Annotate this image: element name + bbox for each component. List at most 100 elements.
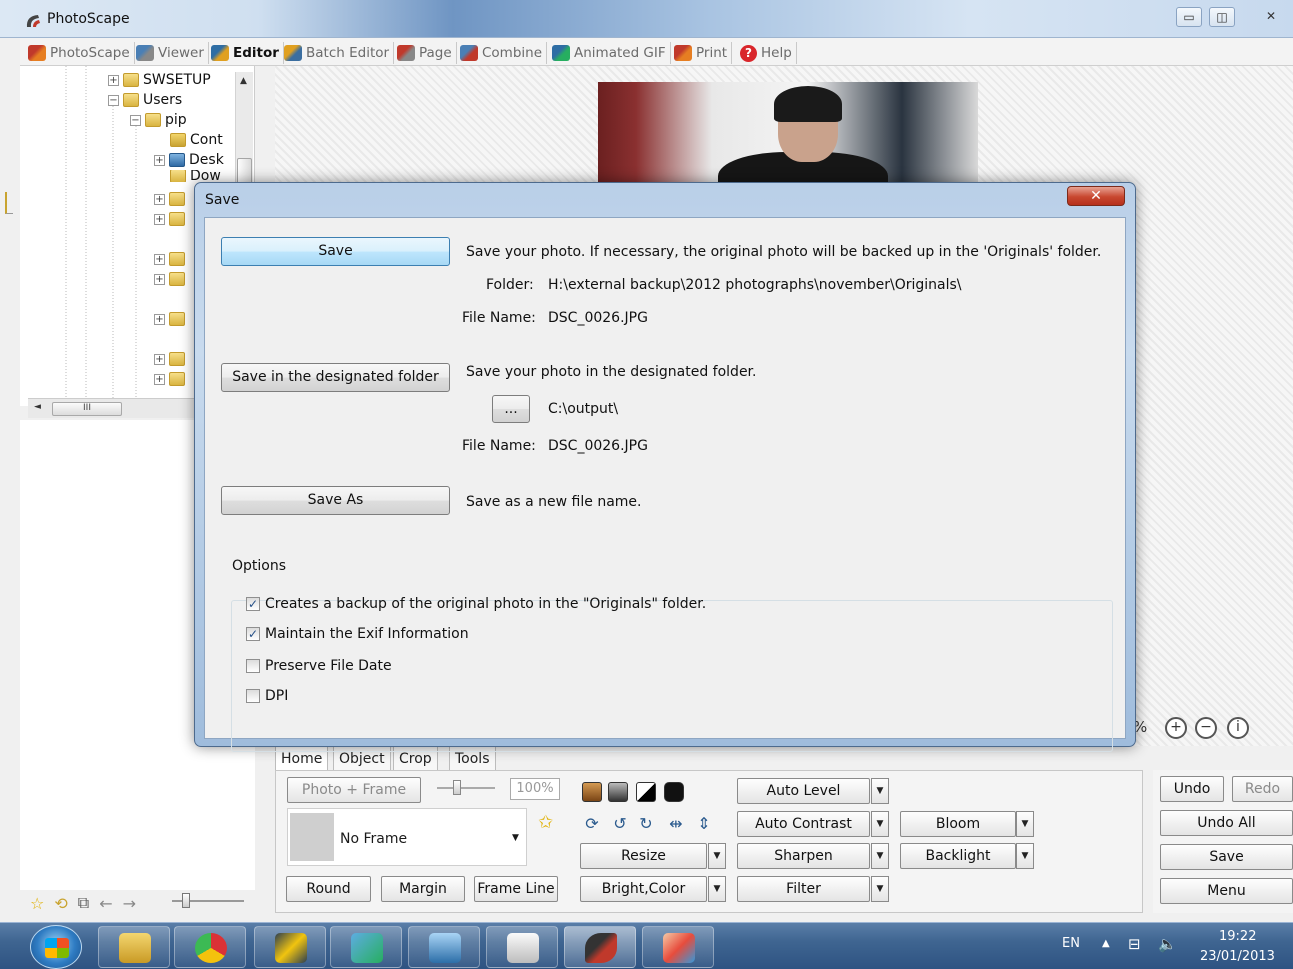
flip-horizontal-icon[interactable]: ⇹: [666, 814, 686, 834]
bright-color-dropdown-arrow[interactable]: ▼: [708, 876, 726, 902]
taskbar-app-3[interactable]: [254, 926, 326, 968]
rotate-left-icon[interactable]: ↺: [610, 814, 630, 834]
sharpen-dropdown-arrow[interactable]: ▼: [871, 843, 889, 869]
zoom-out-icon[interactable]: −: [1195, 717, 1217, 739]
close-window-button[interactable]: ✕: [1258, 7, 1284, 27]
taskbar-chrome[interactable]: [174, 926, 246, 968]
zoom-in-icon[interactable]: +: [1165, 717, 1187, 739]
volume-icon[interactable]: 🔈: [1158, 935, 1177, 953]
menu-photoscape[interactable]: PhotoScape: [24, 42, 135, 64]
tree-node-collapsed[interactable]: +: [154, 212, 185, 226]
menu-animated-gif[interactable]: Animated GIF: [548, 42, 671, 64]
menu-viewer[interactable]: Viewer: [132, 42, 209, 64]
scroll-up-icon[interactable]: ▲: [240, 76, 247, 86]
back-arrow-icon[interactable]: ←: [99, 894, 112, 913]
round-button[interactable]: Round: [286, 876, 371, 902]
dpi-option[interactable]: DPI: [246, 688, 288, 704]
save-designated-folder-button[interactable]: Save in the designated folder: [221, 363, 450, 392]
auto-level-button[interactable]: Auto Level: [737, 778, 870, 804]
clock-date[interactable]: 23/01/2013: [1200, 949, 1275, 964]
flip-vertical-icon[interactable]: ⇕: [694, 814, 714, 834]
tree-node-collapsed[interactable]: +: [154, 312, 185, 326]
bloom-button[interactable]: Bloom: [900, 811, 1016, 837]
tree-node-contacts[interactable]: Cont: [170, 132, 223, 148]
taskbar-app-5[interactable]: [408, 926, 480, 968]
preserve-file-date-checkbox[interactable]: [246, 659, 260, 673]
editor-menu-button[interactable]: Menu: [1160, 878, 1293, 904]
tree-node-collapsed[interactable]: +: [154, 192, 185, 206]
sharpen-button[interactable]: Sharpen: [737, 843, 870, 869]
menu-combine[interactable]: Combine: [456, 42, 548, 64]
favorite-star-icon[interactable]: ☆: [30, 894, 44, 913]
photo-frame-button[interactable]: Photo + Frame: [287, 777, 421, 803]
clock-time[interactable]: 19:22: [1219, 929, 1256, 944]
expand-icon[interactable]: +: [154, 273, 165, 285]
tray-expand-icon[interactable]: ▲: [1102, 938, 1110, 949]
backup-original-option[interactable]: ✓ Creates a backup of the original photo…: [246, 596, 706, 612]
negative-filter-icon[interactable]: [664, 782, 684, 802]
redo-button[interactable]: Redo: [1232, 776, 1293, 802]
menu-print[interactable]: Print: [670, 42, 733, 64]
input-language[interactable]: EN: [1062, 936, 1080, 951]
network-icon[interactable]: ⊟: [1128, 935, 1141, 953]
browse-folder-button[interactable]: ...: [492, 395, 530, 423]
frame-slider-handle[interactable]: [453, 780, 461, 795]
expand-icon[interactable]: +: [154, 213, 165, 225]
tree-node-swsetup[interactable]: + SWSETUP: [108, 72, 211, 88]
tree-node-downloads[interactable]: Dow: [170, 170, 221, 182]
filter-button[interactable]: Filter: [737, 876, 870, 902]
tree-node-users[interactable]: − Users: [108, 92, 182, 108]
thumbnail-size-slider-handle[interactable]: [182, 893, 190, 908]
save-button[interactable]: Save: [221, 237, 450, 266]
refresh-icon[interactable]: ⟲: [54, 894, 67, 913]
tree-node-desktop[interactable]: + Desk: [154, 152, 224, 168]
dpi-checkbox[interactable]: [246, 689, 260, 703]
backlight-dropdown-arrow[interactable]: ▼: [1016, 843, 1034, 869]
menu-editor[interactable]: Editor: [207, 42, 284, 64]
favorite-frame-star-icon[interactable]: ✩: [538, 812, 553, 833]
tree-node-collapsed[interactable]: +: [154, 272, 185, 286]
sepia-filter-icon[interactable]: [582, 782, 602, 802]
start-button[interactable]: [30, 925, 82, 969]
taskbar-explorer[interactable]: [98, 926, 170, 968]
menu-page[interactable]: Page: [393, 42, 457, 64]
bloom-dropdown-arrow[interactable]: ▼: [1016, 811, 1034, 837]
frame-line-button[interactable]: Frame Line: [474, 876, 558, 902]
thumbnail-size-slider[interactable]: [172, 893, 244, 908]
editor-save-button[interactable]: Save: [1160, 844, 1293, 870]
frame-slider[interactable]: [437, 780, 495, 795]
rotate-right-icon[interactable]: ⟳: [582, 814, 602, 834]
undo-button[interactable]: Undo: [1160, 776, 1224, 802]
dialog-close-button[interactable]: ✕: [1067, 186, 1125, 206]
frame-zoom-field[interactable]: 100%: [510, 778, 560, 800]
collapse-icon[interactable]: −: [130, 114, 141, 126]
auto-contrast-dropdown-arrow[interactable]: ▼: [871, 811, 889, 837]
taskbar-app-4[interactable]: [330, 926, 402, 968]
maintain-exif-checkbox[interactable]: ✓: [246, 627, 260, 641]
expand-icon[interactable]: +: [154, 373, 165, 385]
collapse-icon[interactable]: −: [108, 94, 119, 106]
black-white-filter-icon[interactable]: [636, 782, 656, 802]
menu-help[interactable]: ? Help: [736, 42, 797, 64]
chevron-down-icon[interactable]: ▼: [512, 833, 519, 843]
maintain-exif-option[interactable]: ✓ Maintain the Exif Information: [246, 626, 469, 642]
maximize-button[interactable]: ◫: [1209, 7, 1235, 27]
forward-arrow-icon[interactable]: →: [123, 894, 136, 913]
auto-level-dropdown-arrow[interactable]: ▼: [871, 778, 889, 804]
backup-original-checkbox[interactable]: ✓: [246, 597, 260, 611]
margin-button[interactable]: Margin: [381, 876, 465, 902]
expand-icon[interactable]: +: [154, 154, 165, 166]
resize-dropdown-arrow[interactable]: ▼: [708, 843, 726, 869]
expand-icon[interactable]: +: [108, 74, 119, 86]
bright-color-button[interactable]: Bright,Color: [580, 876, 707, 902]
info-icon[interactable]: i: [1227, 717, 1249, 739]
tree-hscroll-thumb[interactable]: III: [52, 402, 122, 416]
tree-node-collapsed[interactable]: +: [154, 252, 185, 266]
rotate-free-icon[interactable]: ↻: [636, 814, 656, 834]
save-as-button[interactable]: Save As: [221, 486, 450, 515]
expand-icon[interactable]: +: [154, 253, 165, 265]
expand-icon[interactable]: +: [154, 193, 165, 205]
scroll-left-icon[interactable]: ◄: [34, 402, 41, 412]
taskbar-app-8[interactable]: [642, 926, 714, 968]
taskbar-photoscape[interactable]: [564, 926, 636, 968]
